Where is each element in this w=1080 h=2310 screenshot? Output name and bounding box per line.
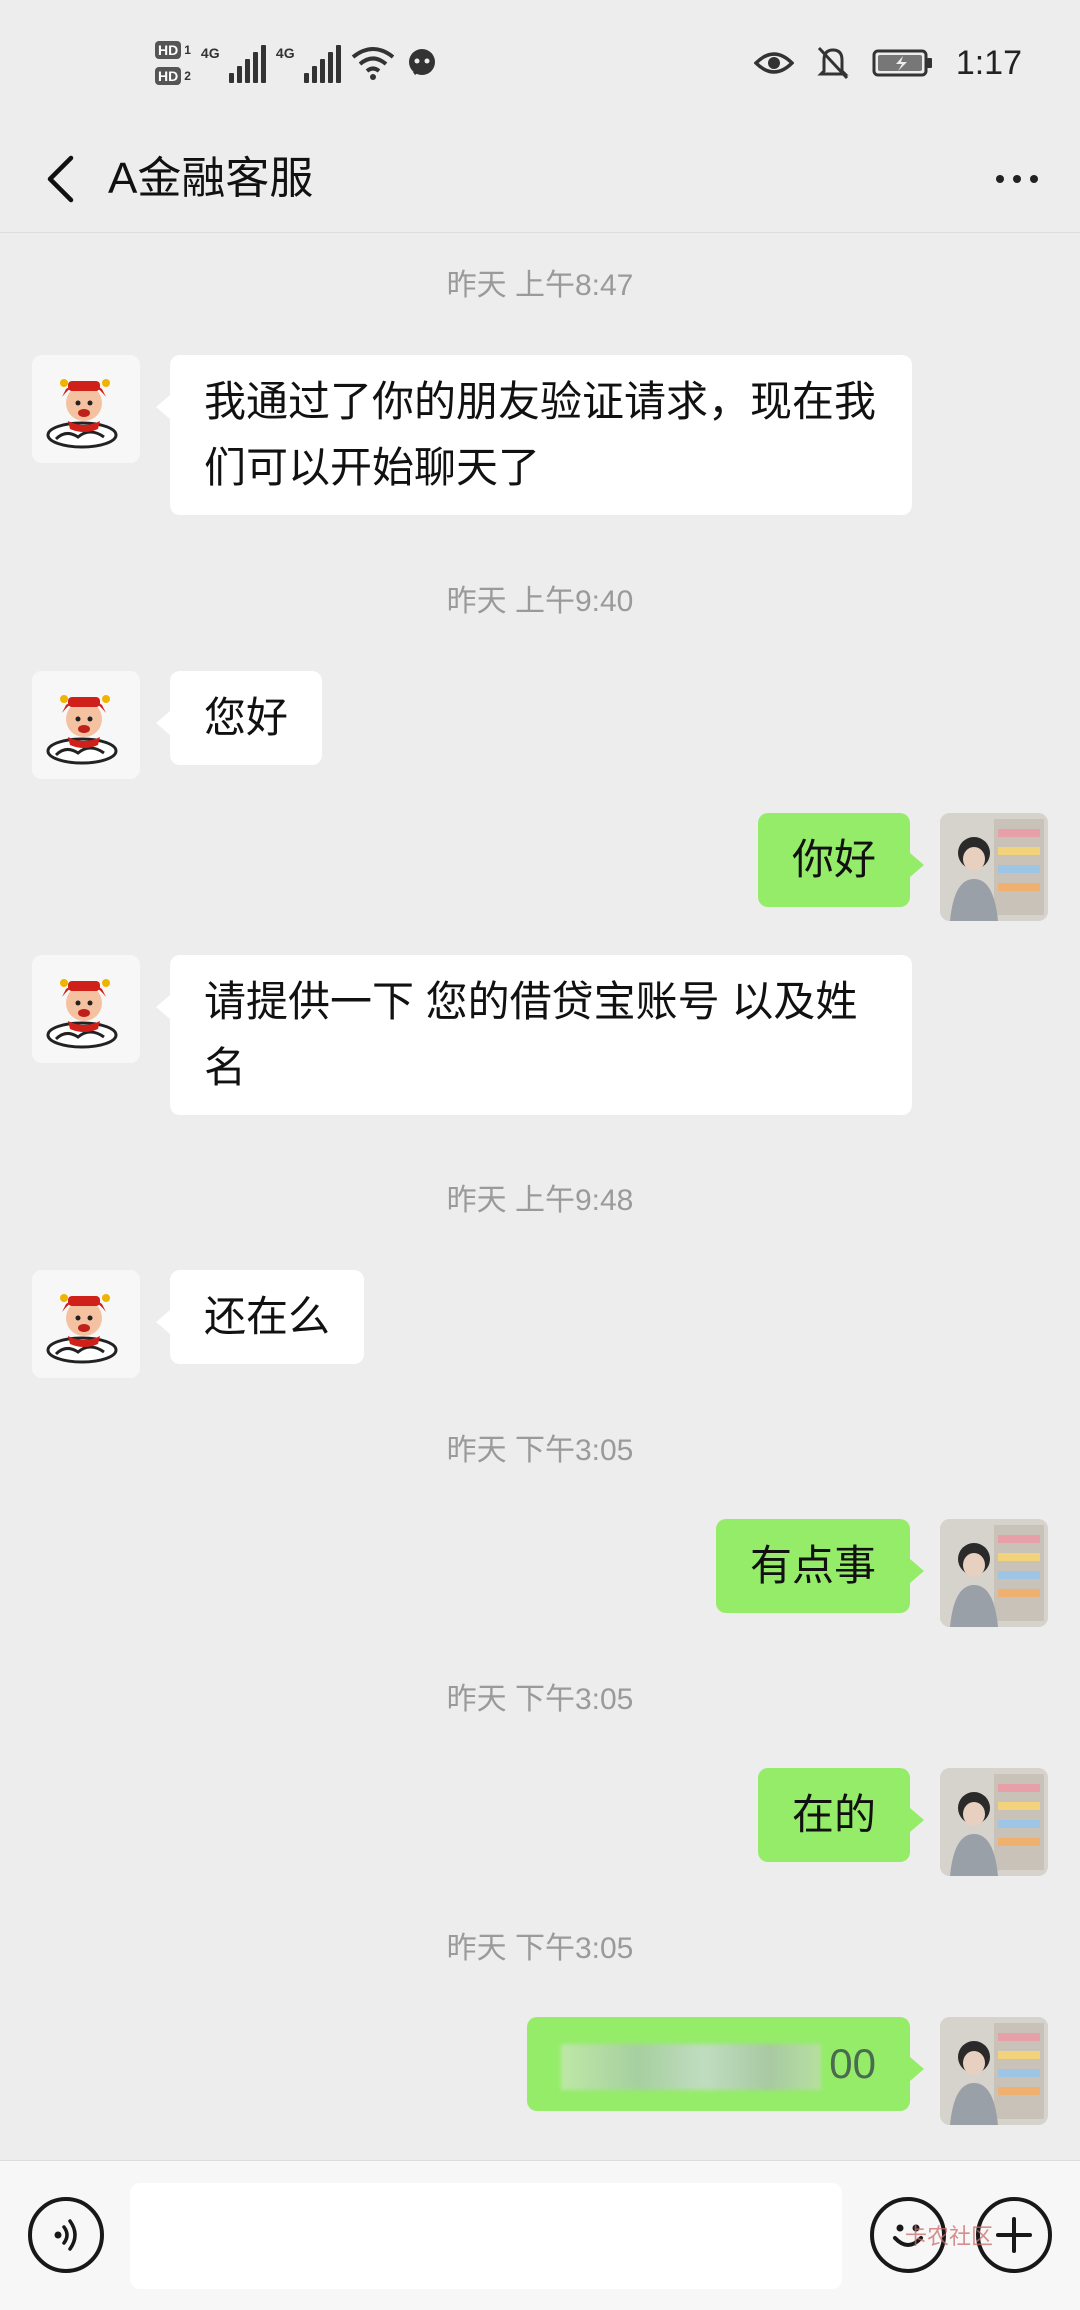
contact-avatar[interactable] <box>32 1270 140 1378</box>
received-message-bubble[interactable]: 还在么 <box>155 1270 365 1364</box>
sim-indicators: HD 1 HD 2 <box>155 41 191 85</box>
chat-header: A金融客服 <box>0 125 1080 233</box>
redacted-message-tail: 00 <box>829 2040 876 2087</box>
assistant-icon <box>408 49 435 75</box>
timestamp: 昨天 上午9:40 <box>446 585 634 618</box>
user-photo-avatar-icon <box>940 813 1048 921</box>
sent-message-bubble[interactable]: 你好 <box>757 813 925 907</box>
user-photo-avatar-icon <box>940 2017 1048 2125</box>
contact-avatar[interactable] <box>32 355 140 463</box>
network1-label: 4G <box>200 45 220 61</box>
back-button[interactable] <box>30 149 90 209</box>
status-bar: HD 1 HD 2 4G 4G 1:17 <box>0 0 1080 125</box>
signal-2-icon: 4G <box>276 43 341 83</box>
contact-avatar[interactable] <box>32 955 140 1063</box>
chevron-left-icon <box>47 155 74 203</box>
dot-icon <box>1013 175 1021 183</box>
timestamp: 昨天 下午3:05 <box>446 1932 634 1965</box>
mute-bell-icon <box>817 46 849 80</box>
sent-message-bubble[interactable]: 有点事 <box>715 1519 925 1613</box>
plus-icon <box>996 2217 1032 2253</box>
sim1-number: 1 <box>184 43 191 57</box>
message-input[interactable] <box>130 2183 842 2289</box>
user-avatar[interactable] <box>940 1768 1048 1876</box>
user-photo-avatar-icon <box>940 1768 1048 1876</box>
sent-message-bubble-redacted[interactable]: 00 <box>527 2017 924 2111</box>
signal-1-icon: 4G <box>201 43 266 83</box>
user-photo-avatar-icon <box>940 1519 1048 1627</box>
eye-comfort-icon <box>753 52 794 74</box>
dot-icon <box>1030 175 1038 183</box>
god-of-wealth-avatar-icon <box>32 671 140 779</box>
sim2-hd-badge: HD <box>155 67 182 85</box>
contact-avatar[interactable] <box>32 671 140 779</box>
status-left: HD 1 HD 2 4G 4G <box>155 30 439 96</box>
timestamp: 昨天 上午9:48 <box>446 1184 634 1217</box>
sent-message-bubble[interactable]: 在的 <box>757 1768 925 1862</box>
battery-icon <box>872 49 932 77</box>
god-of-wealth-avatar-icon <box>32 955 140 1063</box>
clock-time: 1:17 <box>955 43 1022 82</box>
redacted-blur <box>561 2043 822 2090</box>
wifi-icon <box>351 47 395 80</box>
timestamp: 昨天 下午3:05 <box>446 1434 634 1467</box>
timestamp: 昨天 下午3:05 <box>446 1683 634 1716</box>
chat-screen: HD 1 HD 2 4G 4G 1:17 A金融客服 昨天 上午8:47 我通过… <box>0 0 1080 2310</box>
voice-input-button[interactable] <box>28 2197 104 2273</box>
chat-title: A金融客服 <box>108 154 314 203</box>
dot-icon <box>996 175 1004 183</box>
user-avatar[interactable] <box>940 2017 1048 2125</box>
network2-label: 4G <box>275 45 295 61</box>
received-message-bubble[interactable]: 我通过了你的朋友验证请求，现在我们可以开始聊天了 <box>156 355 912 515</box>
user-avatar[interactable] <box>940 1519 1048 1627</box>
watermark: 卡农社区 <box>905 2224 994 2249</box>
sim2-number: 2 <box>184 69 191 83</box>
status-right: 1:17 <box>753 30 1022 96</box>
received-message-bubble[interactable]: 请提供一下 您的借贷宝账号 以及姓名 <box>156 955 912 1115</box>
god-of-wealth-avatar-icon <box>32 1270 140 1378</box>
input-bar: 卡农社区 <box>0 2160 1080 2310</box>
timestamp: 昨天 上午8:47 <box>446 269 634 302</box>
more-options-button[interactable] <box>984 149 1050 209</box>
voice-icon <box>54 2219 77 2251</box>
user-avatar[interactable] <box>940 813 1048 921</box>
sim1-hd-badge: HD <box>155 41 182 59</box>
received-message-bubble[interactable]: 您好 <box>155 671 323 765</box>
god-of-wealth-avatar-icon <box>32 355 140 463</box>
